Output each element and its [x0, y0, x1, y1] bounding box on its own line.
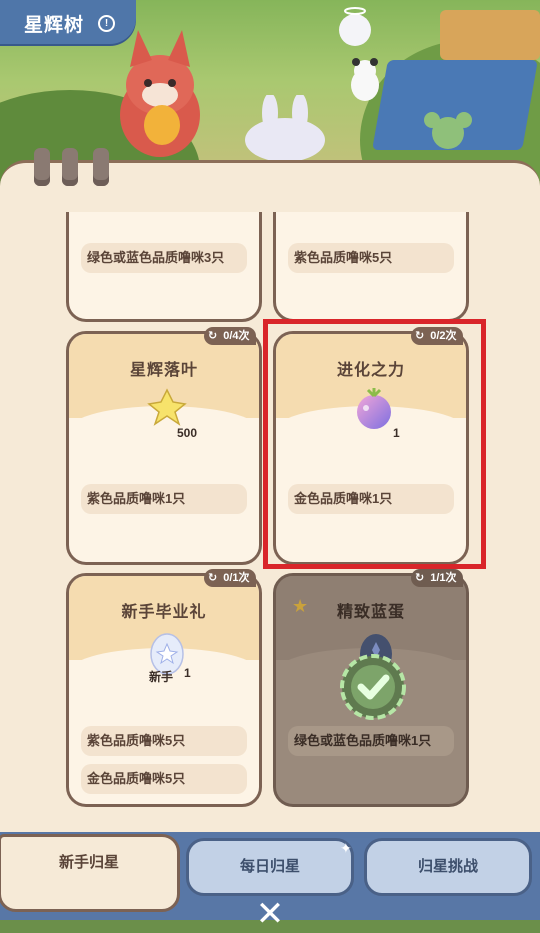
green-mouse-icon — [424, 112, 472, 149]
quest-card[interactable]: 紫色品质噜咪5只 — [273, 212, 469, 322]
requirement: 紫色品质噜咪5只 — [288, 243, 454, 273]
card-title: 新手毕业礼 — [121, 604, 207, 621]
binder-clip — [93, 148, 109, 186]
counter-badge: ↻ 0/1次 — [204, 569, 256, 587]
requirement: 绿色或蓝色品质噜咪1只 — [288, 726, 454, 756]
tab-daily-return[interactable]: 每日归星 — [186, 838, 354, 896]
requirement: 金色品质噜咪5只 — [81, 764, 247, 794]
quest-card-fine-blue-egg[interactable]: ★ 精致蓝蛋 绿色或蓝色品质噜咪1只 — [273, 573, 469, 807]
white-rabbit-icon — [245, 95, 325, 162]
completed-check-icon — [340, 654, 406, 720]
tab-newbie-return[interactable]: 新手归星 — [0, 834, 180, 912]
quest-card-starlight-leaf[interactable]: 星辉落叶 500 紫色品质噜咪1只 — [66, 331, 262, 565]
card-title: 星辉落叶 — [129, 362, 198, 379]
requirement: 绿色或蓝色品质噜咪3只 — [81, 243, 247, 273]
card-title: 精致蓝蛋 — [336, 604, 405, 621]
page-title: 星辉树 — [24, 15, 85, 36]
binder-clip — [62, 148, 78, 186]
refresh-icon: ↻ — [415, 572, 425, 584]
counter-badge: ↻ 0/4次 — [204, 327, 256, 345]
reward-tag: 新手 — [149, 670, 174, 684]
reward-qty: 500 — [177, 426, 198, 440]
quest-card[interactable]: 绿色或蓝色品质噜咪3只 — [66, 212, 262, 322]
panda-icon — [351, 58, 379, 101]
requirement: 紫色品质噜咪5只 — [81, 726, 247, 756]
reward-qty: 1 — [184, 666, 191, 680]
refresh-icon: ↻ — [208, 330, 218, 342]
golden-leaf-icon — [147, 388, 187, 426]
refresh-icon: ↻ — [208, 572, 218, 584]
page-title-bar: 星辉树 ! — [0, 0, 136, 44]
ghost-icon — [339, 7, 371, 46]
fence — [440, 10, 540, 60]
binder-clip — [34, 148, 50, 186]
close-icon[interactable]: ✕ — [252, 896, 288, 932]
info-icon[interactable]: ! — [98, 15, 115, 32]
counter-badge: ↻ 1/1次 — [411, 569, 463, 587]
sparkle-icon: ✦ — [340, 840, 352, 856]
quest-card-newbie-graduation[interactable]: 新手毕业礼 新手 1 紫色品质噜咪5只 金色品质噜咪5只 — [66, 573, 262, 807]
selection-highlight — [263, 319, 486, 569]
requirement: 紫色品质噜咪1只 — [81, 484, 247, 514]
tab-return-challenge[interactable]: 归星挑战 — [364, 838, 532, 896]
